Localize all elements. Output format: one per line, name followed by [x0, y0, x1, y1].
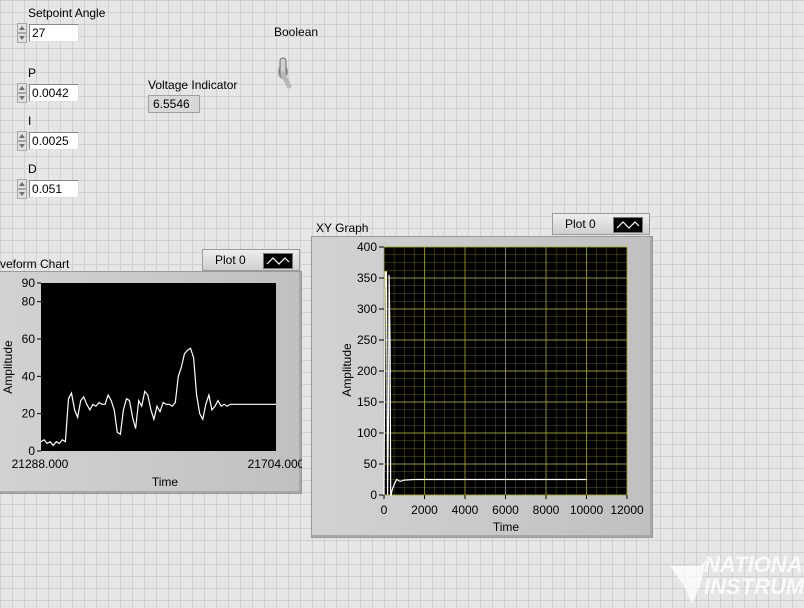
- xy-x-tick-label: 0: [381, 503, 388, 517]
- d-label: D: [28, 162, 37, 176]
- waveform-y-tick-label: 90: [22, 276, 36, 290]
- voltage-indicator-label: Voltage Indicator: [148, 78, 238, 92]
- xy-y-tick-label: 250: [357, 333, 377, 347]
- waveform-plot-legend[interactable]: Plot 0: [202, 249, 300, 271]
- waveform-y-tick-label: 20: [22, 407, 36, 421]
- decrement-arrow-icon[interactable]: [17, 93, 27, 103]
- xy-y-tick-label: 150: [357, 395, 377, 409]
- xy-y-tick-label: 350: [357, 271, 377, 285]
- decrement-arrow-icon[interactable]: [17, 189, 27, 199]
- i-control[interactable]: 0.0025: [17, 131, 79, 151]
- xy-x-tick-label: 8000: [533, 503, 560, 517]
- plot-line-style-icon[interactable]: [613, 217, 643, 233]
- increment-arrow-icon[interactable]: [17, 179, 27, 189]
- xy-graph[interactable]: 0 2000 4000 6000 8000 10000 12000 0 50 100 150 200 2…: [311, 236, 651, 536]
- d-input[interactable]: 0.051: [29, 180, 79, 198]
- xy-y-tick-label: 50: [364, 457, 378, 471]
- waveform-y-tick-label: 80: [22, 295, 36, 309]
- waveform-x-end: 21704.000: [248, 457, 302, 471]
- decrement-arrow-icon[interactable]: [17, 33, 27, 43]
- xy-y-tick-label: 0: [370, 488, 377, 502]
- xy-x-axis-label: Time: [493, 520, 520, 534]
- voltage-indicator-value: 6.5546: [148, 95, 200, 113]
- setpoint-angle-control[interactable]: 27: [17, 23, 79, 43]
- decrement-arrow-icon[interactable]: [17, 141, 27, 151]
- setpoint-angle-label: Setpoint Angle: [28, 6, 106, 20]
- xy-y-tick-label: 100: [357, 426, 377, 440]
- xy-x-tick-label: 4000: [452, 503, 479, 517]
- p-spinner[interactable]: [17, 83, 27, 103]
- waveform-legend-label: Plot 0: [215, 253, 246, 267]
- waveform-x-start: 21288.000: [12, 457, 69, 471]
- xy-x-tick-label: 6000: [492, 503, 519, 517]
- waveform-y-tick-label: 40: [22, 369, 36, 383]
- waveform-x-axis-label: Time: [152, 475, 179, 489]
- p-input[interactable]: 0.0042: [29, 84, 79, 102]
- waveform-plot-area: [41, 283, 276, 451]
- p-control[interactable]: 0.0042: [17, 83, 79, 103]
- national-instruments-logo: NATIONALINSTRUMENTS: [670, 552, 804, 608]
- d-control[interactable]: 0.051: [17, 179, 79, 199]
- waveform-chart-label: veform Chart: [0, 257, 70, 271]
- i-input[interactable]: 0.0025: [29, 132, 79, 150]
- xy-graph-label: XY Graph: [316, 221, 369, 235]
- xy-x-tick-label: 2000: [411, 503, 438, 517]
- i-label: I: [28, 114, 32, 128]
- boolean-toggle-switch[interactable]: [272, 54, 296, 90]
- xy-y-tick-label: 300: [357, 302, 377, 316]
- xy-x-tick-label: 12000: [610, 503, 644, 517]
- xy-y-tick-label: 200: [357, 364, 377, 378]
- waveform-y-axis-label: Amplitude: [1, 340, 15, 394]
- xy-plot-legend[interactable]: Plot 0: [552, 213, 650, 235]
- increment-arrow-icon[interactable]: [17, 83, 27, 93]
- setpoint-angle-spinner[interactable]: [17, 23, 27, 43]
- increment-arrow-icon[interactable]: [17, 23, 27, 33]
- d-spinner[interactable]: [17, 179, 27, 199]
- p-label: P: [28, 66, 37, 80]
- increment-arrow-icon[interactable]: [17, 131, 27, 141]
- waveform-y-tick-label: 0: [28, 444, 35, 458]
- waveform-chart[interactable]: 0 20 40 60 80 90 21288.000 21704.000 Time Amp…: [0, 271, 302, 492]
- xy-y-axis-label: Amplitude: [340, 343, 354, 397]
- ni-watermark-text: NATIONALINSTRUMENTS: [704, 552, 804, 599]
- plot-line-style-icon[interactable]: [263, 253, 293, 269]
- i-spinner[interactable]: [17, 131, 27, 151]
- setpoint-angle-input[interactable]: 27: [29, 24, 79, 42]
- boolean-label: Boolean: [274, 25, 319, 39]
- xy-legend-label: Plot 0: [565, 217, 596, 231]
- waveform-y-tick-label: 60: [22, 332, 36, 346]
- xy-x-tick-label: 10000: [570, 503, 604, 517]
- xy-y-tick-label: 400: [357, 240, 377, 254]
